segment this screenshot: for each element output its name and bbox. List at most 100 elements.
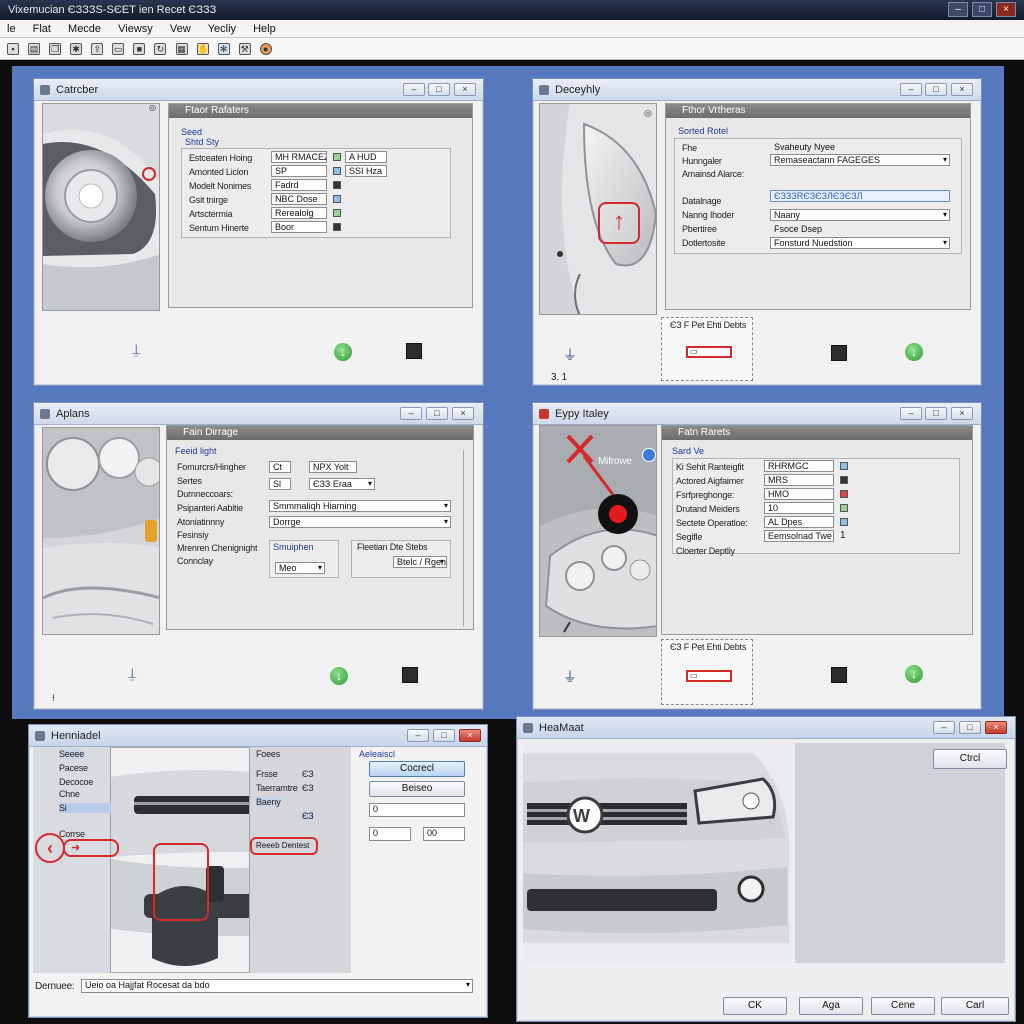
primary-button[interactable]: Cocrecl (369, 761, 465, 777)
grid-icon[interactable]: ▦ (175, 43, 188, 56)
row-field[interactable]: NBC Dose (271, 193, 327, 205)
obd-port-highlight[interactable] (153, 843, 209, 921)
maximize-button[interactable]: □ (433, 729, 455, 742)
highlighted-field[interactable]: ▭ (686, 670, 732, 682)
row-field[interactable]: MRS (764, 474, 834, 486)
maximize-button[interactable]: □ (959, 721, 981, 734)
info-icon[interactable]: ● (259, 43, 272, 56)
option-label[interactable]: Smuiphen (273, 542, 314, 552)
minimize-button[interactable]: – (403, 83, 425, 96)
upload-icon[interactable]: ⍊ (132, 341, 140, 358)
confirm-icon[interactable]: ↓ (905, 343, 923, 361)
row-field[interactable]: AL Dpes (764, 516, 834, 528)
status-dropdown[interactable]: Ueio oa Hajjfat Rocesat da bdo (81, 979, 473, 993)
menu-tools[interactable]: Yecliy (201, 20, 243, 38)
stop-icon[interactable]: ■ (133, 43, 146, 56)
close-button[interactable]: × (996, 2, 1016, 17)
close-button[interactable]: × (951, 83, 973, 96)
maximize-button[interactable]: □ (428, 83, 450, 96)
row-dropdown[interactable]: Fonsturd Nuedstion (770, 237, 950, 249)
menu-mode[interactable]: Mecde (61, 20, 108, 38)
maximize-button[interactable]: □ (972, 2, 992, 17)
maximize-button[interactable]: □ (925, 407, 947, 420)
row-field[interactable]: SP (271, 165, 327, 177)
minimize-button[interactable]: – (900, 83, 922, 96)
arrow-right-icon[interactable]: ➜ (63, 839, 119, 857)
row-extra-field[interactable]: NPX Yolt (309, 461, 357, 473)
menu-views[interactable]: Viewsy (111, 20, 160, 38)
row-field[interactable]: MH RMACEZ (271, 151, 327, 163)
row-field[interactable]: 10 (764, 502, 834, 514)
chip-icon[interactable] (402, 667, 418, 683)
list-item[interactable]: Decocoe (59, 777, 93, 787)
close-button[interactable]: × (454, 83, 476, 96)
close-button[interactable]: × (985, 721, 1007, 734)
menu-flat[interactable]: Flat (26, 20, 58, 38)
confirm-icon[interactable]: ↓ (905, 665, 923, 683)
clear-button[interactable]: Cene (871, 997, 935, 1015)
print-icon[interactable]: ▤ (28, 43, 41, 56)
row-field[interactable]: RHRMGC (764, 460, 834, 472)
row-dropdown[interactable]: Remaseactann FAGEGES (770, 154, 950, 166)
plug-icon[interactable]: ⏚ (563, 667, 577, 687)
chip-icon[interactable] (831, 345, 847, 361)
row-field[interactable]: HMO (764, 488, 834, 500)
list-item[interactable]: Pacese (59, 763, 88, 773)
apply-button[interactable]: Aga (799, 997, 863, 1015)
value-input[interactable]: 00 (423, 827, 465, 841)
list-item-selected[interactable]: Si (59, 803, 111, 813)
minimize-button[interactable]: – (933, 721, 955, 734)
ok-button[interactable]: CK (723, 997, 787, 1015)
maximize-button[interactable]: □ (426, 407, 448, 420)
doc-icon[interactable]: ▭ (112, 43, 125, 56)
settings-icon[interactable]: ✻ (217, 43, 230, 56)
close-button[interactable]: × (459, 729, 481, 742)
confirm-icon[interactable]: ↓ (330, 667, 348, 685)
menu-file[interactable]: le (0, 20, 23, 38)
highlighted-field[interactable]: ▭ (686, 346, 732, 358)
secondary-button[interactable]: Beiseo (369, 781, 465, 797)
control-button[interactable]: Ctrcl (933, 749, 1007, 769)
close-button[interactable]: × (951, 407, 973, 420)
minimize-button[interactable]: – (948, 2, 968, 17)
plug-icon[interactable]: ⏚ (563, 345, 577, 365)
row-field[interactable]: Eemsolnad Twe (764, 530, 834, 542)
row-selected-field[interactable]: ЄЗЗЗRЄЗЄЗЛЄЗЄЗЛ (770, 190, 950, 202)
close-button[interactable]: × (452, 407, 474, 420)
maximize-button[interactable]: □ (925, 83, 947, 96)
row-dropdown[interactable]: Smmmaliqh Hiarning (269, 500, 451, 512)
row-extra-field[interactable]: SSI Hza (345, 165, 387, 177)
export-icon[interactable]: ⇪ (91, 43, 104, 56)
back-arrow-icon[interactable]: ‹ (35, 833, 65, 863)
minimize-button[interactable]: – (407, 729, 429, 742)
list-item[interactable]: Corrse (59, 829, 85, 839)
scrollbar[interactable] (463, 450, 471, 626)
chip-icon[interactable] (406, 343, 422, 359)
save-icon[interactable]: ▪ (7, 43, 19, 56)
row-dropdown[interactable]: Btelc / Rgen (393, 556, 447, 568)
gear-icon[interactable]: ✱ (70, 43, 83, 56)
arrow-up-icon[interactable]: ↑ (598, 202, 640, 244)
row-dropdown[interactable]: Meo (275, 562, 325, 574)
row-dropdown[interactable]: ЄЗЗ Eraa (309, 478, 375, 490)
list-item[interactable]: Seeee (59, 749, 84, 759)
row-field[interactable]: Rerealolg (271, 207, 327, 219)
menu-help[interactable]: Help (246, 20, 283, 38)
row-dropdown[interactable]: Naany (770, 209, 950, 221)
upload-icon[interactable]: ⍊ (128, 665, 136, 682)
refresh-icon[interactable]: ↻ (154, 43, 167, 56)
row-field[interactable]: Boor (271, 221, 327, 233)
row-field[interactable]: Ct (269, 461, 291, 473)
highlight-button[interactable]: Reeeb Dentest (250, 837, 318, 855)
row-extra-field[interactable]: A HUD (345, 151, 387, 163)
copy-icon[interactable]: ❐ (49, 43, 62, 56)
confirm-icon[interactable]: ↓ (334, 343, 352, 361)
menu-view[interactable]: Vew (163, 20, 198, 38)
minimize-button[interactable]: – (400, 407, 422, 420)
row-dropdown[interactable]: Dorrge (269, 516, 451, 528)
value-input[interactable]: 0 (369, 827, 411, 841)
chip-icon[interactable] (831, 667, 847, 683)
minimize-button[interactable]: – (900, 407, 922, 420)
info-icon[interactable] (642, 448, 656, 462)
value-input[interactable]: 0 (369, 803, 465, 817)
